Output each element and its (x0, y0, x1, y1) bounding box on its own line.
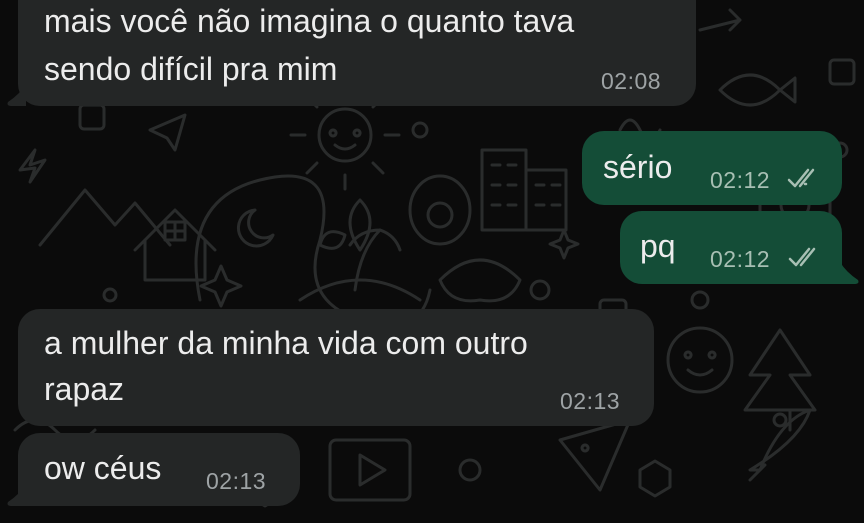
message-timestamp: 02:08 (601, 68, 662, 94)
message-bubble-incoming[interactable]: ow céus 02:13 (18, 433, 300, 506)
bubble-tail-incoming (7, 484, 26, 506)
message-text-line: mais você não imagina o quanto tava (44, 3, 575, 39)
bubble-tail-incoming (7, 84, 26, 106)
message-bubble-outgoing[interactable]: pq 02:12 (620, 211, 842, 284)
message-timestamp: 02:12 (710, 246, 771, 272)
message-timestamp: 02:12 (710, 167, 771, 193)
message-timestamp: 02:13 (206, 468, 267, 494)
message-text-line: a mulher da minha vida com outro (44, 325, 528, 361)
message-bubble-incoming[interactable]: a mulher da minha vida com outro rapaz 0… (18, 309, 654, 426)
double-check-icon (787, 168, 815, 188)
bubble-tail-outgoing (840, 262, 859, 284)
message-text-line: ow céus (44, 450, 162, 486)
message-text-line: rapaz (44, 371, 125, 407)
message-bubble-outgoing[interactable]: sério 02:12 (582, 131, 842, 205)
message-bubble-incoming[interactable]: mais você não imagina o quanto tava send… (18, 0, 696, 106)
message-text-line: sendo difícil pra mim (44, 51, 338, 87)
double-check-icon (788, 247, 816, 267)
message-text-line: pq (640, 228, 676, 264)
message-timestamp: 02:13 (560, 388, 621, 414)
message-text-line: sério (603, 149, 673, 185)
